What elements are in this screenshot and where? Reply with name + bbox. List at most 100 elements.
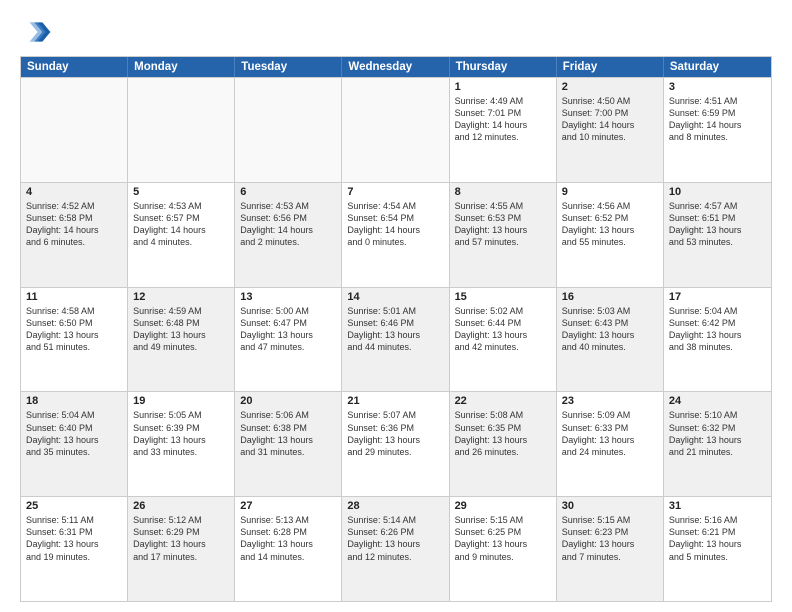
day-number: 21 [347,395,443,407]
header-day: Sunday [21,57,128,77]
calendar-cell: 15 Sunrise: 5:02 AM Sunset: 6:44 PM Dayli… [450,288,557,392]
day-number: 23 [562,395,658,407]
cell-text: Sunrise: 4:53 AM Sunset: 6:56 PM Dayligh… [240,200,336,249]
calendar-row: 11 Sunrise: 4:58 AM Sunset: 6:50 PM Dayli… [21,287,771,392]
day-number: 8 [455,186,551,198]
cell-text: Sunrise: 5:06 AM Sunset: 6:38 PM Dayligh… [240,409,336,458]
day-number: 15 [455,291,551,303]
cell-text: Sunrise: 4:53 AM Sunset: 6:57 PM Dayligh… [133,200,229,249]
cell-text: Sunrise: 5:14 AM Sunset: 6:26 PM Dayligh… [347,514,443,563]
calendar-cell: 21 Sunrise: 5:07 AM Sunset: 6:36 PM Dayli… [342,392,449,496]
day-number: 25 [26,500,122,512]
calendar-cell: 22Sunrise: 5:08 AM Sunset: 6:35 PM Dayli… [450,392,557,496]
day-number: 31 [669,500,766,512]
header-day: Saturday [664,57,771,77]
calendar-cell [342,78,449,182]
day-number: 7 [347,186,443,198]
cell-text: Sunrise: 5:13 AM Sunset: 6:28 PM Dayligh… [240,514,336,563]
cell-text: Sunrise: 5:16 AM Sunset: 6:21 PM Dayligh… [669,514,766,563]
day-number: 11 [26,291,122,303]
day-number: 19 [133,395,229,407]
day-number: 24 [669,395,766,407]
cell-text: Sunrise: 5:04 AM Sunset: 6:40 PM Dayligh… [26,409,122,458]
calendar-cell: 6 Sunrise: 4:53 AM Sunset: 6:56 PM Daylig… [235,183,342,287]
calendar-cell: 5Sunrise: 4:53 AM Sunset: 6:57 PM Daylig… [128,183,235,287]
cell-text: Sunrise: 5:11 AM Sunset: 6:31 PM Dayligh… [26,514,122,563]
header-day: Monday [128,57,235,77]
calendar-cell [128,78,235,182]
calendar-cell: 12 Sunrise: 4:59 AM Sunset: 6:48 PM Dayli… [128,288,235,392]
header-day: Thursday [450,57,557,77]
calendar-row: 18 Sunrise: 5:04 AM Sunset: 6:40 PM Dayli… [21,391,771,496]
cell-text: Sunrise: 5:10 AM Sunset: 6:32 PM Dayligh… [669,409,766,458]
day-number: 10 [669,186,766,198]
cell-text: Sunrise: 4:55 AM Sunset: 6:53 PM Dayligh… [455,200,551,249]
day-number: 18 [26,395,122,407]
cell-text: Sunrise: 4:59 AM Sunset: 6:48 PM Dayligh… [133,305,229,354]
cell-text: Sunrise: 5:00 AM Sunset: 6:47 PM Dayligh… [240,305,336,354]
calendar-cell: 7 Sunrise: 4:54 AM Sunset: 6:54 PM Daylig… [342,183,449,287]
day-number: 14 [347,291,443,303]
calendar-cell: 20 Sunrise: 5:06 AM Sunset: 6:38 PM Dayli… [235,392,342,496]
calendar-cell: 16 Sunrise: 5:03 AM Sunset: 6:43 PM Dayli… [557,288,664,392]
cell-text: Sunrise: 4:58 AM Sunset: 6:50 PM Dayligh… [26,305,122,354]
cell-text: Sunrise: 5:03 AM Sunset: 6:43 PM Dayligh… [562,305,658,354]
calendar-row: 4 Sunrise: 4:52 AM Sunset: 6:58 PM Daylig… [21,182,771,287]
logo [20,16,56,48]
calendar-row: 1 Sunrise: 4:49 AM Sunset: 7:01 PM Daylig… [21,77,771,182]
calendar-cell: 18 Sunrise: 5:04 AM Sunset: 6:40 PM Dayli… [21,392,128,496]
day-number: 20 [240,395,336,407]
page: SundayMondayTuesdayWednesdayThursdayFrid… [0,0,792,612]
cell-text: Sunrise: 5:04 AM Sunset: 6:42 PM Dayligh… [669,305,766,354]
day-number: 4 [26,186,122,198]
cell-text: Sunrise: 5:05 AM Sunset: 6:39 PM Dayligh… [133,409,229,458]
calendar-cell: 8 Sunrise: 4:55 AM Sunset: 6:53 PM Daylig… [450,183,557,287]
cell-text: Sunrise: 5:15 AM Sunset: 6:25 PM Dayligh… [455,514,551,563]
cell-text: Sunrise: 4:57 AM Sunset: 6:51 PM Dayligh… [669,200,766,249]
day-number: 2 [562,81,658,93]
cell-text: Sunrise: 4:50 AM Sunset: 7:00 PM Dayligh… [562,95,658,144]
calendar-cell: 3Sunrise: 4:51 AM Sunset: 6:59 PM Daylig… [664,78,771,182]
calendar-cell: 27 Sunrise: 5:13 AM Sunset: 6:28 PM Dayli… [235,497,342,601]
calendar-cell: 26Sunrise: 5:12 AM Sunset: 6:29 PM Dayli… [128,497,235,601]
header [20,16,772,48]
day-number: 6 [240,186,336,198]
cell-text: Sunrise: 4:51 AM Sunset: 6:59 PM Dayligh… [669,95,766,144]
calendar-cell: 31 Sunrise: 5:16 AM Sunset: 6:21 PM Dayli… [664,497,771,601]
logo-icon [20,16,52,48]
cell-text: Sunrise: 4:56 AM Sunset: 6:52 PM Dayligh… [562,200,658,249]
day-number: 22 [455,395,551,407]
header-day: Wednesday [342,57,449,77]
day-number: 16 [562,291,658,303]
calendar-cell: 4 Sunrise: 4:52 AM Sunset: 6:58 PM Daylig… [21,183,128,287]
calendar-cell: 11 Sunrise: 4:58 AM Sunset: 6:50 PM Dayli… [21,288,128,392]
calendar-header: SundayMondayTuesdayWednesdayThursdayFrid… [21,57,771,77]
calendar-cell: 2 Sunrise: 4:50 AM Sunset: 7:00 PM Daylig… [557,78,664,182]
day-number: 27 [240,500,336,512]
calendar-cell [235,78,342,182]
calendar-cell [21,78,128,182]
calendar-cell: 13 Sunrise: 5:00 AM Sunset: 6:47 PM Dayli… [235,288,342,392]
calendar-cell: 17 Sunrise: 5:04 AM Sunset: 6:42 PM Dayli… [664,288,771,392]
calendar-cell: 23Sunrise: 5:09 AM Sunset: 6:33 PM Dayli… [557,392,664,496]
day-number: 26 [133,500,229,512]
cell-text: Sunrise: 5:02 AM Sunset: 6:44 PM Dayligh… [455,305,551,354]
day-number: 30 [562,500,658,512]
calendar-cell: 14Sunrise: 5:01 AM Sunset: 6:46 PM Dayli… [342,288,449,392]
cell-text: Sunrise: 4:49 AM Sunset: 7:01 PM Dayligh… [455,95,551,144]
calendar-cell: 10 Sunrise: 4:57 AM Sunset: 6:51 PM Dayli… [664,183,771,287]
calendar-cell: 1 Sunrise: 4:49 AM Sunset: 7:01 PM Daylig… [450,78,557,182]
calendar-cell: 30Sunrise: 5:15 AM Sunset: 6:23 PM Dayli… [557,497,664,601]
header-day: Friday [557,57,664,77]
day-number: 17 [669,291,766,303]
cell-text: Sunrise: 4:52 AM Sunset: 6:58 PM Dayligh… [26,200,122,249]
day-number: 1 [455,81,551,93]
calendar-cell: 19 Sunrise: 5:05 AM Sunset: 6:39 PM Dayli… [128,392,235,496]
day-number: 13 [240,291,336,303]
calendar-cell: 29 Sunrise: 5:15 AM Sunset: 6:25 PM Dayli… [450,497,557,601]
day-number: 29 [455,500,551,512]
cell-text: Sunrise: 4:54 AM Sunset: 6:54 PM Dayligh… [347,200,443,249]
day-number: 12 [133,291,229,303]
calendar-cell: 28Sunrise: 5:14 AM Sunset: 6:26 PM Dayli… [342,497,449,601]
cell-text: Sunrise: 5:07 AM Sunset: 6:36 PM Dayligh… [347,409,443,458]
